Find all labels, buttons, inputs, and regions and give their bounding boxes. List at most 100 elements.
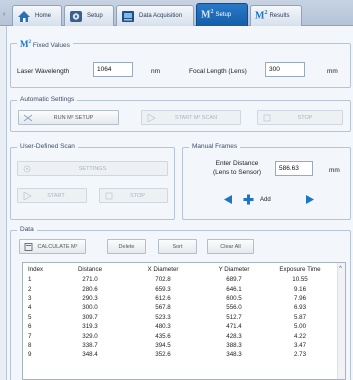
enter-distance-label: Enter Distance	[215, 160, 259, 167]
sort-button[interactable]: Sort	[158, 239, 197, 254]
m2-logo-icon: M2	[201, 9, 214, 21]
table-cell: 6	[28, 323, 32, 331]
table-cell: 3	[28, 294, 32, 302]
settings-button[interactable]: SETTINGS	[17, 161, 168, 176]
table-cell: 612.6	[155, 294, 171, 302]
table-scrollbar[interactable]: ^	[337, 263, 345, 379]
table-cell: 290.3	[82, 294, 98, 302]
laser-wavelength-input[interactable]: 1064	[93, 62, 133, 77]
table-cell: 435.6	[155, 332, 171, 340]
column-header: Y Diameter	[218, 265, 250, 273]
table-cell: 280.6	[82, 285, 98, 293]
fixed-values-legend: M2 Fixed Values	[17, 39, 73, 49]
auto-stop-button[interactable]: STOP	[257, 110, 343, 125]
manual-frames-legend: Manual Frames	[189, 143, 241, 150]
play-icon	[147, 114, 156, 122]
tab-home[interactable]: Home	[12, 5, 62, 26]
table-row[interactable]: 1 271.0 702.8 689.7 10.55	[23, 275, 345, 284]
table-cell: 319.3	[82, 323, 98, 331]
table-cell: 2	[28, 285, 32, 293]
manual-frames-group: Manual Frames Enter Distance (Lens to Se…	[182, 143, 351, 220]
table-cell: 2.73	[293, 351, 307, 359]
column-header: Exposure Time	[279, 265, 321, 273]
scroll-up-icon[interactable]: ^	[339, 266, 342, 272]
table-cell: 471.4	[226, 323, 242, 331]
tab-m2-results[interactable]: M2 Results	[250, 5, 302, 26]
data-legend: Data	[17, 226, 37, 233]
table-row[interactable]: 8 338.7 394.5 388.3 3.47	[23, 341, 345, 350]
column-header: Distance	[77, 265, 103, 273]
table-cell: 6.93	[293, 304, 307, 312]
plus-icon	[243, 194, 254, 205]
user-defined-scan-group: User-Defined Scan SETTINGS START STOP	[10, 143, 175, 220]
m2-setup-panel: M2 Fixed Values Laser Wavelength 1064 nm…	[6, 26, 353, 380]
start-m2-scan-button[interactable]: START M² SCAN	[141, 110, 241, 125]
distance-unit: mm	[329, 167, 340, 174]
table-cell: 271.0	[82, 276, 98, 284]
tab-m2-setup[interactable]: M2 Setup	[196, 3, 248, 26]
data-table[interactable]: Index Distance X Diameter Y Diameter Exp…	[22, 262, 346, 380]
table-cell: 338.7	[82, 341, 98, 349]
table-cell: 7	[28, 332, 32, 340]
settings-gear-icon	[23, 165, 31, 173]
table-cell: 702.8	[155, 276, 171, 284]
m2-logo-icon: M2	[255, 10, 268, 22]
table-row[interactable]: 4 300.0 567.8 556.0 6.93	[23, 303, 345, 312]
user-stop-button[interactable]: STOP	[99, 188, 168, 203]
table-body: 1 271.0 702.8 689.7 10.55 2 280.6 659.3 646.1 9.1…	[23, 275, 345, 360]
stop-icon	[263, 114, 271, 122]
table-cell: 9.16	[293, 285, 307, 293]
delete-button[interactable]: Delete	[107, 239, 146, 254]
clear-all-button[interactable]: Clear All	[207, 239, 254, 254]
table-cell: 567.8	[155, 304, 171, 312]
table-cell: 646.1	[226, 285, 242, 293]
arrow-left-icon[interactable]	[223, 194, 234, 205]
table-cell: 1	[28, 276, 32, 284]
table-cell: 4.22	[293, 332, 307, 340]
tab-data-acquisition[interactable]: Data Acquisition	[116, 5, 194, 26]
calculate-m2-button[interactable]: CALCULATE M²	[19, 239, 86, 254]
table-cell: 556.0	[226, 304, 242, 312]
table-cell: 10.55	[292, 276, 308, 284]
tab-scroll-left-icon[interactable]: ‹	[3, 11, 9, 19]
table-cell: 7.96	[293, 294, 307, 302]
table-cell: 5	[28, 313, 32, 321]
user-defined-scan-legend: User-Defined Scan	[17, 143, 78, 150]
distance-input[interactable]: 586.63	[275, 161, 313, 176]
table-cell: 394.5	[155, 341, 171, 349]
table-header-row: Index Distance X Diameter Y Diameter Exp…	[23, 263, 345, 275]
calculator-icon	[24, 243, 33, 251]
table-cell: 9	[28, 351, 32, 359]
run-m2-setup-button[interactable]: RUN M² SETUP	[18, 110, 119, 125]
table-cell: 4	[28, 304, 32, 312]
table-row[interactable]: 3 290.3 612.6 600.5 7.96	[23, 294, 345, 303]
tab-setup[interactable]: Setup	[64, 5, 114, 26]
table-cell: 428.3	[226, 332, 242, 340]
table-cell: 3.47	[293, 341, 307, 349]
column-header: X Diameter	[147, 265, 179, 273]
user-start-button[interactable]: START	[17, 188, 87, 203]
table-cell: 309.7	[82, 313, 98, 321]
table-row[interactable]: 5 309.7 523.3 512.7 5.87	[23, 313, 345, 322]
home-icon	[18, 10, 30, 22]
table-row[interactable]: 9 348.4 352.6 348.3 2.73	[23, 350, 345, 359]
arrow-right-icon[interactable]	[304, 194, 315, 205]
table-row[interactable]: 7 329.0 435.6 428.3 4.22	[23, 331, 345, 340]
laser-wavelength-unit: nm	[151, 68, 161, 75]
table-cell: 600.5	[226, 294, 242, 302]
table-row[interactable]: 6 319.3 480.3 471.4 5.00	[23, 322, 345, 331]
tab-label: Results	[269, 13, 290, 19]
focal-length-unit: mm	[327, 68, 338, 75]
play-icon	[23, 192, 32, 200]
table-cell: 348.4	[82, 351, 98, 359]
enter-distance-sublabel: (Lens to Sensor)	[212, 169, 262, 176]
table-row[interactable]: 2 280.6 659.3 646.1 9.16	[23, 284, 345, 293]
table-cell: 5.87	[293, 313, 307, 321]
add-button[interactable]: Add	[260, 197, 271, 203]
data-acquisition-icon	[122, 10, 134, 22]
table-cell: 8	[28, 341, 32, 349]
table-cell: 5.00	[293, 323, 307, 331]
tab-bar: ‹ Home Setup Data Acquisition M2 Setup M…	[0, 0, 353, 26]
fixed-values-group: M2 Fixed Values Laser Wavelength 1064 nm…	[10, 39, 351, 88]
focal-length-input[interactable]: 300	[265, 62, 305, 77]
